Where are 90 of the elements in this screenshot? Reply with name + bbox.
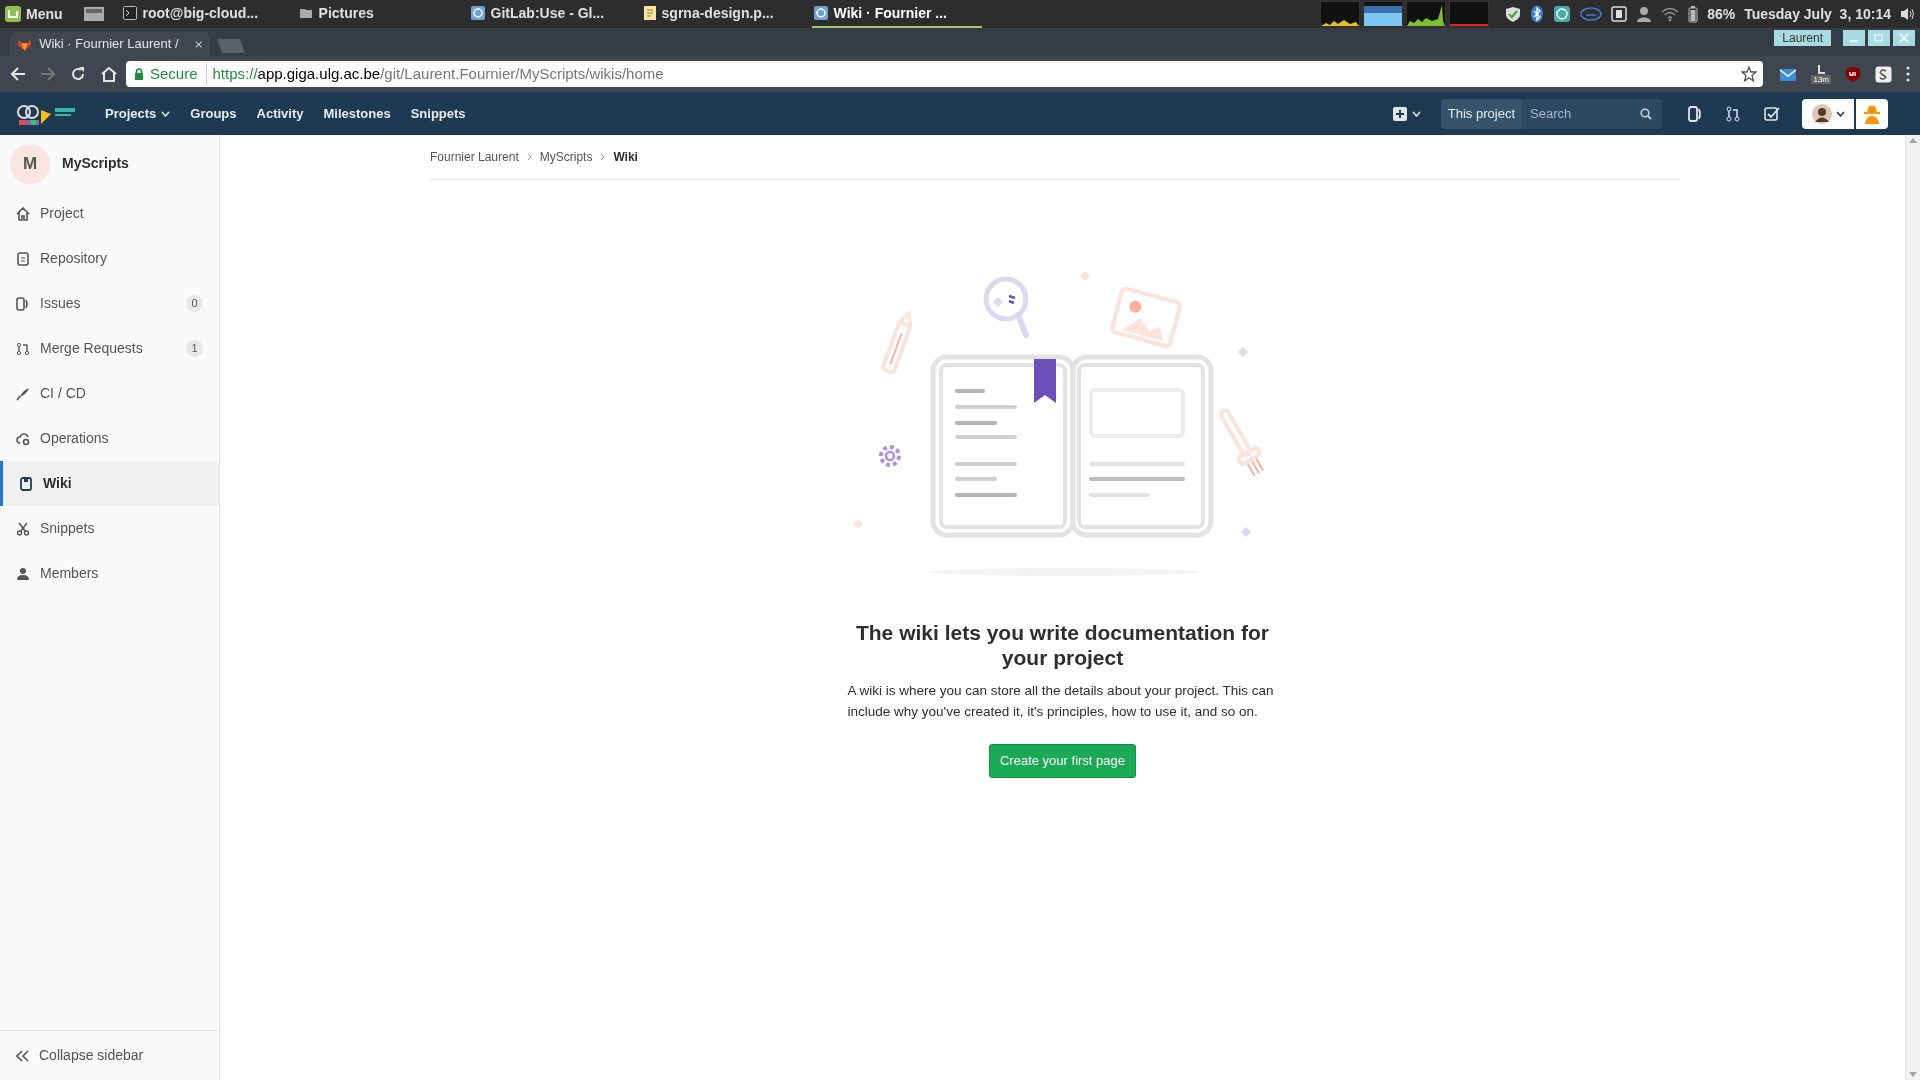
chevron-icon (526, 153, 532, 161)
taskbar-window-button[interactable]: root@big-cloud... (120, 0, 297, 28)
browser-tab[interactable]: Wiki · Fournier Laurent / (10, 32, 210, 56)
more-icon[interactable] (1906, 66, 1910, 82)
nav-link[interactable]: Activity (256, 103, 304, 124)
battery-icon[interactable] (1688, 5, 1699, 23)
search-icon (1640, 107, 1652, 120)
clock[interactable]: Tuesday July 3, 10:14 (1744, 3, 1891, 25)
breadcrumb-link[interactable]: Fournier Laurent (430, 148, 519, 166)
mint-logo-icon (4, 5, 22, 23)
sidebar-item[interactable]: Project (0, 191, 219, 236)
new-menu-button[interactable] (1392, 106, 1421, 121)
extension-icon[interactable] (1875, 65, 1892, 83)
scissors-icon (16, 521, 30, 536)
secure-label: Secure (150, 62, 207, 86)
empty-state-text: A wiki is where you can store all the details about your project. This can include why you've created it, it's principles, how to use it, and so on. (847, 682, 1275, 721)
taskbar-window-button[interactable]: sgrna-design.p... (641, 0, 812, 28)
merge-request-icon[interactable] (1726, 105, 1740, 122)
reload-icon[interactable] (70, 66, 86, 82)
double-chevron-icon (16, 1049, 29, 1062)
battery-percent: 86% (1707, 4, 1736, 24)
caret-icon (1835, 110, 1845, 117)
bluetooth-icon[interactable] (1530, 5, 1545, 23)
sidebar-item[interactable]: Merge Requests 1 (0, 326, 219, 371)
search-scope-label[interactable]: This project (1440, 98, 1522, 129)
plus-icon (1392, 106, 1407, 121)
incognito-button[interactable] (1856, 98, 1888, 129)
browser-icon (813, 6, 828, 20)
issues-icon (16, 296, 30, 311)
document-icon (643, 6, 656, 20)
book-icon (19, 476, 33, 491)
app-icon[interactable] (1611, 6, 1628, 22)
shield-icon[interactable] (1505, 5, 1522, 23)
url-text: https://app.giga.ulg.ac.be/git/Laurent.Fournier/MyScripts/wikis/home (212, 63, 664, 84)
cloud-gear-icon (16, 431, 30, 446)
disk-graph (1449, 1, 1490, 27)
mail-icon[interactable] (1779, 66, 1798, 82)
lock-icon (134, 68, 144, 80)
chevron-icon (600, 153, 606, 161)
sidebar-item[interactable]: Members (0, 551, 219, 596)
cpu-graph (1320, 1, 1361, 27)
user-icon (16, 566, 30, 581)
volume-icon[interactable] (1900, 7, 1916, 21)
sidebar-item[interactable]: Snippets (0, 506, 219, 551)
breadcrumb-link[interactable]: Wiki (613, 148, 638, 166)
browser-icon (470, 6, 485, 20)
project-name[interactable]: MyScripts (62, 153, 129, 174)
sidebar-item[interactable]: Issues 0 (0, 281, 219, 326)
menu-button[interactable]: Menu (0, 0, 67, 28)
nav-link[interactable]: Projects (105, 103, 171, 124)
nav-link[interactable]: Milestones (323, 103, 391, 124)
count-badge: 0 (186, 295, 203, 312)
caret-icon (161, 110, 171, 117)
nav-link[interactable]: Groups (190, 103, 237, 124)
project-avatar[interactable]: M (10, 143, 50, 184)
avatar-icon (1811, 103, 1832, 124)
sidebar-item[interactable]: Wiki (0, 461, 219, 506)
taskbar-window-button[interactable]: GitLab:Use - Gl... (468, 0, 642, 28)
taskbar-window-button[interactable]: Pictures (296, 0, 469, 28)
spy-icon (1862, 103, 1882, 124)
caret-icon (1411, 110, 1421, 117)
shield-icon[interactable] (1845, 65, 1861, 83)
collapse-sidebar-button[interactable]: Collapse sidebar (0, 1030, 219, 1080)
user-menu-button[interactable] (1802, 98, 1854, 129)
address-field[interactable]: Secure https://app.giga.ulg.ac.be/git/Laurent.Fournier/MyScripts/wikis/home (126, 61, 1764, 87)
close-icon[interactable] (194, 39, 202, 49)
home-icon (16, 206, 30, 221)
sidebar-item[interactable]: CI / CD (0, 371, 219, 416)
todo-icon[interactable] (1764, 105, 1780, 122)
sidebar-item[interactable]: Repository (0, 236, 219, 281)
issues-icon[interactable] (1688, 105, 1702, 122)
count-badge: 1 (186, 340, 203, 357)
breadcrumb-link[interactable]: MyScripts (539, 148, 593, 166)
nav-link[interactable]: Snippets (410, 103, 466, 124)
network-graph (1406, 1, 1447, 27)
memory-graph (1363, 1, 1404, 27)
search-field[interactable]: Search (1522, 98, 1662, 129)
sidebar-item[interactable]: Operations (0, 416, 219, 461)
user-icon[interactable] (1636, 6, 1653, 22)
empty-state-title: The wiki lets you write documentation for your project (854, 620, 1271, 670)
terminal-icon (122, 6, 137, 20)
folder-icon (298, 7, 313, 19)
wifi-icon[interactable] (1661, 6, 1680, 22)
merge-request-icon (16, 341, 30, 356)
star-icon[interactable] (1741, 66, 1758, 82)
document-icon (16, 251, 30, 266)
home-icon[interactable] (100, 66, 118, 82)
file-manager-icon[interactable] (82, 5, 105, 23)
back-icon[interactable] (10, 66, 26, 82)
profile-button[interactable]: Laurent (1774, 30, 1831, 46)
